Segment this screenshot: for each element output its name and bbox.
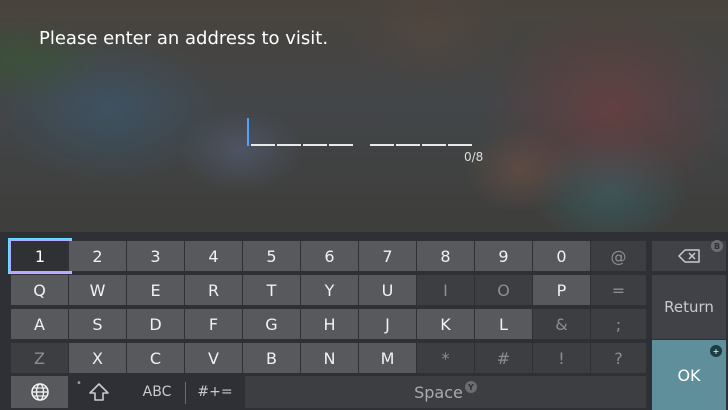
key-t[interactable]: T: [243, 275, 300, 305]
input-slot: [422, 144, 446, 146]
key-c[interactable]: C: [127, 343, 184, 373]
key-k[interactable]: K: [417, 309, 474, 339]
plus-button-badge: +: [710, 345, 722, 357]
abc-mode-button[interactable]: ABC: [130, 376, 184, 408]
key-equals[interactable]: =: [591, 275, 646, 305]
key-9[interactable]: 9: [475, 241, 532, 271]
key-question[interactable]: ?: [591, 343, 646, 373]
key-x[interactable]: X: [69, 343, 126, 373]
key-p[interactable]: P: [533, 275, 590, 305]
globe-icon: [30, 383, 49, 401]
ok-button[interactable]: OK +: [652, 340, 726, 410]
key-z[interactable]: Z: [11, 343, 68, 373]
key-u[interactable]: U: [359, 275, 416, 305]
key-i[interactable]: I: [417, 275, 474, 305]
globe-button[interactable]: [11, 376, 68, 408]
key-1[interactable]: 1: [11, 241, 69, 271]
key-d[interactable]: D: [127, 309, 184, 339]
input-slot: [329, 144, 353, 146]
key-v[interactable]: V: [185, 343, 242, 373]
input-slot: [396, 144, 420, 146]
key-y[interactable]: Y: [301, 275, 358, 305]
input-slot: [303, 144, 327, 146]
symbols-mode-button[interactable]: #+=: [188, 376, 242, 408]
key-5[interactable]: 5: [243, 241, 300, 271]
key-r[interactable]: R: [185, 275, 242, 305]
key-o[interactable]: O: [475, 275, 532, 305]
software-keyboard: 1 2 3 4 5 6 7 8 9 0 @ Q W E R T Y U I O …: [0, 232, 728, 410]
input-slot: [370, 144, 394, 146]
key-l[interactable]: L: [475, 309, 532, 339]
input-slot: [448, 144, 472, 146]
key-j[interactable]: J: [359, 309, 416, 339]
key-0[interactable]: 0: [533, 241, 590, 271]
backspace-icon: [678, 249, 700, 263]
key-at[interactable]: @: [591, 241, 646, 271]
character-counter: 0/8: [464, 150, 484, 164]
mode-divider: [185, 382, 186, 404]
key-q[interactable]: Q: [11, 275, 68, 305]
key-n[interactable]: N: [301, 343, 358, 373]
backspace-button[interactable]: B: [652, 240, 726, 271]
key-3[interactable]: 3: [127, 241, 184, 271]
key-f[interactable]: F: [185, 309, 242, 339]
space-bar[interactable]: Space Y: [245, 376, 646, 408]
key-ampersand[interactable]: &: [533, 309, 590, 339]
key-asterisk[interactable]: *: [417, 343, 474, 373]
key-s[interactable]: S: [69, 309, 126, 339]
key-w[interactable]: W: [69, 275, 126, 305]
key-a[interactable]: A: [11, 309, 68, 339]
key-semicolon[interactable]: ;: [591, 309, 646, 339]
key-h[interactable]: H: [301, 309, 358, 339]
key-hash[interactable]: #: [475, 343, 532, 373]
key-4[interactable]: 4: [185, 241, 242, 271]
key-exclamation[interactable]: !: [533, 343, 590, 373]
key-m[interactable]: M: [359, 343, 416, 373]
ok-label: OK: [677, 365, 701, 385]
return-button[interactable]: Return: [652, 275, 726, 339]
shift-indicator-dot: •: [76, 378, 82, 389]
b-button-badge: B: [711, 240, 723, 252]
y-button-badge: Y: [464, 381, 477, 393]
key-e[interactable]: E: [127, 275, 184, 305]
key-6[interactable]: 6: [301, 241, 358, 271]
key-2[interactable]: 2: [69, 241, 126, 271]
key-7[interactable]: 7: [359, 241, 416, 271]
space-label: Space: [414, 382, 463, 402]
input-slot: [251, 144, 275, 146]
shift-button[interactable]: •: [70, 376, 128, 408]
text-cursor: [247, 118, 249, 146]
key-g[interactable]: G: [243, 309, 300, 339]
shift-arrow-icon: [89, 383, 109, 401]
key-b[interactable]: B: [243, 343, 300, 373]
key-8[interactable]: 8: [417, 241, 474, 271]
page-title: Please enter an address to visit.: [39, 28, 329, 49]
input-slot: [277, 144, 301, 146]
